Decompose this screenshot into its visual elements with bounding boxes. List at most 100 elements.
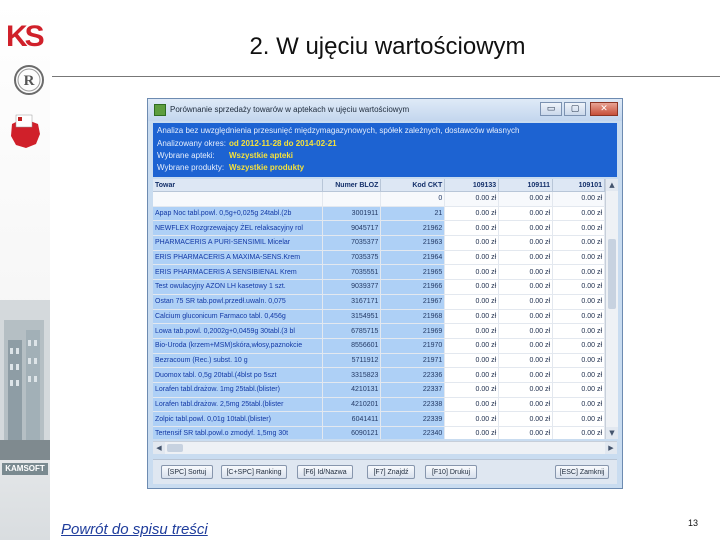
column-header-109111[interactable]: 109111	[498, 179, 554, 192]
product-name-cell: Apap Noc tabl.powl. 0,5g+0,025g 24tabl.(…	[153, 206, 324, 222]
poland-map-emblem-icon	[11, 114, 40, 148]
analysis-scope-text: Analiza bez uwzględnienia przesunięć mię…	[157, 126, 520, 135]
column-header-product[interactable]: Towar	[153, 179, 324, 192]
value-109111-cell: 0.00 zł	[498, 279, 554, 295]
scroll-right-arrow-icon[interactable]: ▶	[605, 442, 617, 454]
value-109111-cell: 0.00 zł	[498, 426, 554, 439]
period-label: Analizowany okres:	[157, 139, 226, 148]
table-row[interactable]: 0 0.00 zł 0.00 zł 0.00 zł	[153, 191, 605, 207]
value-109101-cell: 0.00 zł	[552, 353, 605, 369]
close-button[interactable]: [ESC] Zamknij	[555, 465, 609, 479]
value-109111-cell: 0.00 zł	[498, 411, 554, 427]
bloz-number-cell: 3167171	[322, 294, 382, 310]
table-row[interactable]: PHARMACERIS A PURI-SENSIMIL Micelar 70353…	[153, 235, 605, 251]
table-row[interactable]: Lowa tab.powl. 0,2002g+0,0459g 30tabl.(3…	[153, 323, 605, 339]
sort-button[interactable]: [SPC] Sortuj	[161, 465, 213, 479]
scroll-left-arrow-icon[interactable]: ◀	[153, 442, 165, 454]
app-icon	[154, 104, 166, 116]
value-109133-cell: 0.00 zł	[444, 338, 500, 354]
window-titlebar[interactable]: Porównanie sprzedaży towarów w aptekach …	[148, 99, 622, 121]
vertical-scrollbar[interactable]: ▲ ▼	[605, 179, 618, 439]
product-name-cell: Zolpic tabl.powl. 0,01g 10tabl.(blister)	[153, 411, 324, 427]
value-109133-cell: 0.00 zł	[444, 411, 500, 427]
value-109101-cell: 0.00 zł	[552, 426, 605, 439]
value-109133-cell: 0.00 zł	[444, 353, 500, 369]
kamsoft-logo: KS	[6, 20, 45, 53]
value-109111-cell: 0.00 zł	[498, 191, 554, 207]
value-109133-cell: 0.00 zł	[444, 206, 500, 222]
scroll-up-arrow-icon[interactable]: ▲	[606, 179, 618, 191]
ckt-code-cell: 21969	[380, 323, 446, 339]
ckt-code-cell: 22340	[380, 426, 446, 439]
table-row[interactable]: Test owulacyjny AZON LH kasetowy 1 szt. 9…	[153, 279, 605, 295]
value-109111-cell: 0.00 zł	[498, 294, 554, 310]
column-header-109133[interactable]: 109133	[444, 179, 500, 192]
column-header-109101[interactable]: 109101	[552, 179, 605, 192]
table-row[interactable]: ERIS PHARMACERIS A SENSIBIENAL Krem 70355…	[153, 264, 605, 281]
table-row[interactable]: Zolpic tabl.powl. 0,01g 10tabl.(blister)…	[153, 411, 605, 427]
maximize-button[interactable]: ▢	[564, 102, 586, 116]
ckt-code-cell: 22338	[380, 397, 446, 413]
value-109101-cell: 0.00 zł	[552, 279, 605, 295]
table-row[interactable]: Calcium gluconicum Farmaco tabl. 0,456g 3…	[153, 309, 605, 325]
sales-table[interactable]: Towar Numer BLOZ Kod CKT 109133 109111 109101…	[153, 179, 605, 439]
table-row[interactable]: Tertensif SR tabl.powl.o zmodyf. 1,5mg 3…	[153, 426, 605, 439]
table-row[interactable]: Apap Noc tabl.powl. 0,5g+0,025g 24tabl.(…	[153, 206, 605, 222]
table-row[interactable]: Duomox tabl. 0,5g 20tabl.(4blst po 5szt 3…	[153, 367, 605, 383]
ckt-code-cell: 22336	[380, 367, 446, 383]
bloz-number-cell: 9045717	[322, 220, 382, 237]
kamsoft-footer-logo: KAMSOFT	[2, 463, 48, 475]
window-title: Porównanie sprzedaży towarów w aptekach …	[170, 105, 410, 114]
value-109133-cell: 0.00 zł	[444, 397, 500, 413]
table-row[interactable]: Lorafen tabl.drażow. 1mg 25tabl.(blister…	[153, 382, 605, 398]
pharmacies-value: Wszystkie apteki	[229, 151, 294, 160]
page-number: 13	[688, 518, 699, 528]
ranking-button[interactable]: [C+SPC] Ranking	[221, 465, 287, 479]
table-row[interactable]: ERIS PHARMACERIS A MAXIMA-SENS.Krem 70353…	[153, 250, 605, 266]
scroll-down-arrow-icon[interactable]: ▼	[606, 427, 618, 439]
horizontal-scroll-thumb[interactable]	[167, 444, 183, 452]
horizontal-scrollbar[interactable]: ◀ ▶	[153, 441, 617, 454]
find-button[interactable]: [F7] Znajdź	[367, 465, 415, 479]
value-109133-cell: 0.00 zł	[444, 264, 500, 281]
svg-text:R: R	[24, 73, 35, 89]
table-row[interactable]: Bezracoum (Rec.) subst. 10 g 5711912 21971…	[153, 353, 605, 369]
product-name-cell: PHARMACERIS A PURI-SENSIMIL Micelar	[153, 235, 324, 251]
product-name-cell: Calcium gluconicum Farmaco tabl. 0,456g	[153, 309, 324, 325]
minimize-button[interactable]: ▭	[540, 102, 562, 116]
ckt-code-cell: 21967	[380, 294, 446, 310]
id-name-button[interactable]: [F6] Id/Nazwa	[297, 465, 353, 479]
value-109133-cell: 0.00 zł	[444, 382, 500, 398]
products-value: Wszystkie produkty	[229, 163, 305, 172]
value-109133-cell: 0.00 zł	[444, 323, 500, 339]
column-header-bloz[interactable]: Numer BLOZ	[322, 179, 382, 192]
column-header-ckt[interactable]: Kod CKT	[380, 179, 446, 192]
value-109111-cell: 0.00 zł	[498, 323, 554, 339]
product-name-cell: ERIS PHARMACERIS A MAXIMA-SENS.Krem	[153, 250, 324, 266]
value-109133-cell: 0.00 zł	[444, 191, 500, 207]
value-109101-cell: 0.00 zł	[552, 191, 605, 207]
registered-trademark-icon: R	[14, 65, 44, 95]
ckt-code-cell: 22337	[380, 382, 446, 398]
print-button[interactable]: [F10] Drukuj	[425, 465, 477, 479]
value-109111-cell: 0.00 zł	[498, 338, 554, 354]
vertical-scroll-thumb[interactable]	[608, 239, 616, 309]
bloz-number-cell: 9039377	[322, 279, 382, 295]
ckt-code-cell: 21971	[380, 353, 446, 369]
bloz-number-cell: 5711912	[322, 353, 382, 369]
table-row[interactable]: Bio-Uroda (krzem+MSM)skóra,włosy,paznokc…	[153, 338, 605, 354]
product-name-cell: Lowa tab.powl. 0,2002g+0,0459g 30tabl.(3…	[153, 323, 324, 339]
bloz-number-cell: 4210131	[322, 382, 382, 398]
bloz-number-cell: 6785715	[322, 323, 382, 339]
table-row[interactable]: NEWFLEX Rozgrzewający ŻEL relaksacyjny r…	[153, 220, 605, 237]
value-109101-cell: 0.00 zł	[552, 206, 605, 222]
table-row[interactable]: Ostan 75 SR tab.powl.przedł.uwaln. 0,075…	[153, 294, 605, 310]
ckt-code-cell: 21970	[380, 338, 446, 354]
ckt-code-cell: 0	[380, 191, 446, 207]
value-109133-cell: 0.00 zł	[444, 294, 500, 310]
close-window-button[interactable]: ✕	[590, 102, 618, 116]
product-name-cell: Bezracoum (Rec.) subst. 10 g	[153, 353, 324, 369]
back-to-contents-link[interactable]: Powrót do spisu treści	[61, 521, 208, 538]
office-building-photo	[0, 300, 50, 460]
table-row[interactable]: Lorafen tabl.drażow. 2,5mg 25tabl.(blist…	[153, 397, 605, 413]
